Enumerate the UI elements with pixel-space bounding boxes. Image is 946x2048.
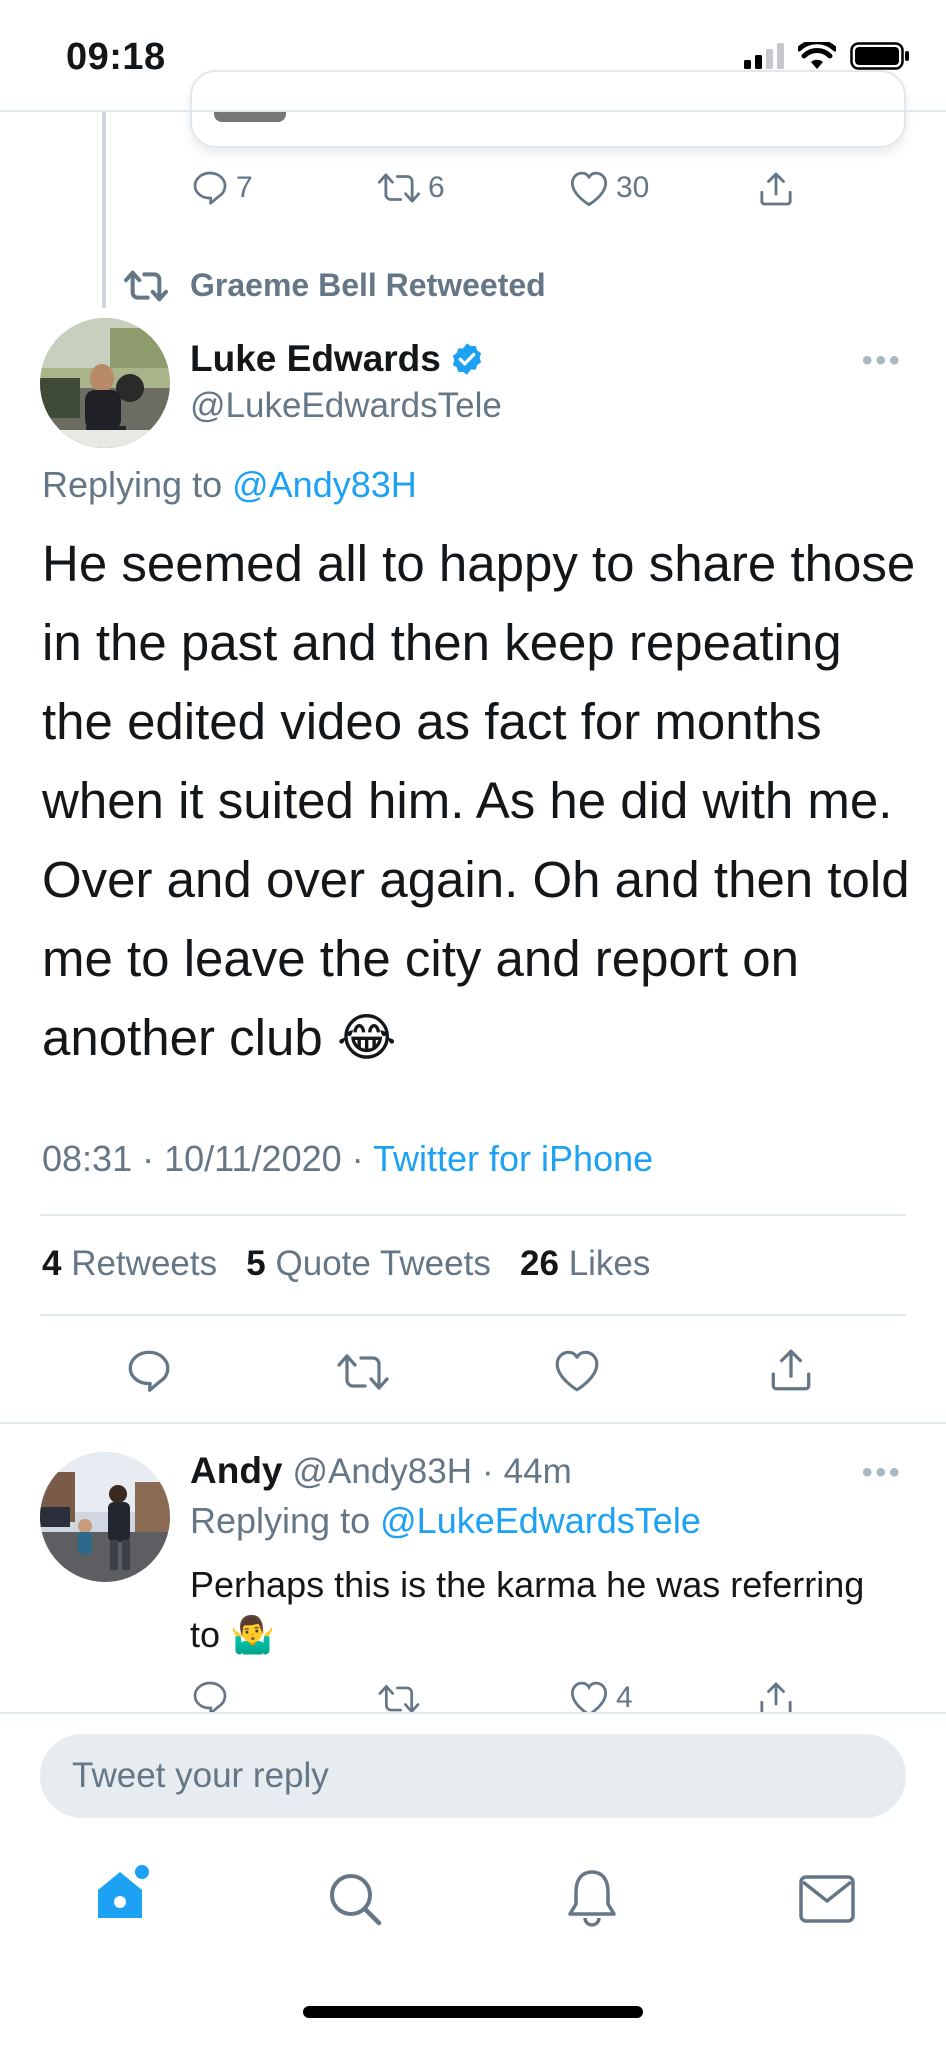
reply-reply-icon[interactable] (190, 1678, 230, 1712)
divider (40, 1214, 906, 1216)
like-action[interactable]: 30 (568, 168, 649, 208)
share-action[interactable] (756, 168, 796, 210)
author-name[interactable]: Luke Edwards (190, 338, 441, 380)
quoted-media-card[interactable] (190, 70, 906, 148)
divider (0, 1422, 946, 1424)
tweet-time: 08:31 (42, 1138, 133, 1179)
reply-text: Perhaps this is the karma he was referri… (190, 1564, 865, 1655)
status-time: 09:18 (66, 36, 166, 78)
replying-to-line: Replying to @Andy83H (42, 464, 417, 506)
divider (40, 1314, 906, 1316)
reply-replying-prefix: Replying to (190, 1500, 371, 1541)
share-button[interactable] (766, 1344, 816, 1396)
reply-replying-to-line: Replying to @LukeEdwardsTele (190, 1500, 701, 1542)
reply-action[interactable]: 7 (190, 168, 253, 208)
meta-separator: · (351, 1138, 364, 1179)
share-icon (756, 168, 796, 210)
like-button[interactable] (552, 1346, 602, 1394)
reply-avatar[interactable] (40, 1452, 170, 1582)
retweet-count: 6 (428, 171, 445, 204)
reply-retweet-icon[interactable] (376, 1680, 422, 1712)
reply-heart-icon (568, 1678, 610, 1712)
thread-connector-line (102, 112, 106, 308)
tweet-more-icon[interactable]: ••• (862, 344, 903, 378)
bell-icon[interactable] (564, 1866, 620, 1928)
search-icon[interactable] (326, 1870, 384, 1928)
replying-to-link[interactable]: @Andy83H (232, 464, 417, 505)
reply-header: Andy @Andy83H · 44m (190, 1450, 572, 1492)
reply-button[interactable] (124, 1346, 174, 1396)
tweet-text: He seemed all to happy to share those in… (42, 535, 916, 1066)
reply-icon (190, 168, 230, 208)
meta-separator: · (142, 1138, 155, 1179)
reply-author-handle[interactable]: @Andy83H (293, 1452, 473, 1492)
avatar[interactable] (40, 318, 170, 448)
reply-actions-clip: 4 (0, 1672, 946, 1712)
reply-time: 44m (503, 1452, 572, 1491)
tweet-source[interactable]: Twitter for iPhone (373, 1138, 653, 1179)
author-name-row: Luke Edwards (190, 338, 485, 380)
retweets-stat[interactable]: 4 Retweets (42, 1244, 217, 1283)
retweeted-by-label[interactable]: Graeme Bell Retweeted (190, 267, 546, 304)
like-count: 30 (616, 171, 650, 204)
compose-divider (0, 1712, 946, 1714)
reply-like-action[interactable]: 4 (568, 1678, 633, 1712)
author-handle[interactable]: @LukeEdwardsTele (190, 386, 502, 426)
reply-share-icon[interactable] (756, 1678, 796, 1712)
likes-stat[interactable]: 26 Likes (520, 1244, 650, 1283)
retweet-icon (376, 168, 422, 208)
heart-icon (568, 168, 610, 208)
reply-author-name[interactable]: Andy (190, 1450, 283, 1492)
home-icon[interactable] (92, 1862, 154, 1924)
status-indicators (744, 42, 910, 70)
home-indicator (303, 2006, 643, 2018)
reply-separator: · (482, 1452, 494, 1491)
verified-badge-icon (449, 341, 485, 377)
tweet-reply-input[interactable]: Tweet your reply (40, 1734, 906, 1818)
tweet-meta: 08:31 · 10/11/2020 · Twitter for iPhone (42, 1138, 653, 1180)
signal-icon (744, 43, 784, 69)
reply-replying-to-link[interactable]: @LukeEdwardsTele (380, 1500, 701, 1541)
quote-tweets-stat[interactable]: 5 Quote Tweets (246, 1244, 491, 1283)
reply-count: 7 (236, 171, 253, 204)
reply-like-count: 4 (616, 1681, 633, 1712)
replying-prefix: Replying to (42, 464, 223, 505)
tweet-date: 10/11/2020 (164, 1138, 342, 1179)
status-bar-divider (0, 110, 946, 112)
retweet-button[interactable] (334, 1348, 392, 1396)
reply-more-icon[interactable]: ••• (862, 1456, 903, 1490)
wifi-icon (798, 42, 836, 70)
engagement-stats: 4 Retweets 5 Quote Tweets 26 Likes (42, 1244, 650, 1284)
retweeted-icon (122, 266, 170, 306)
mail-icon[interactable] (798, 1874, 856, 1924)
retweet-action[interactable]: 6 (376, 168, 445, 208)
battery-icon (850, 42, 910, 70)
